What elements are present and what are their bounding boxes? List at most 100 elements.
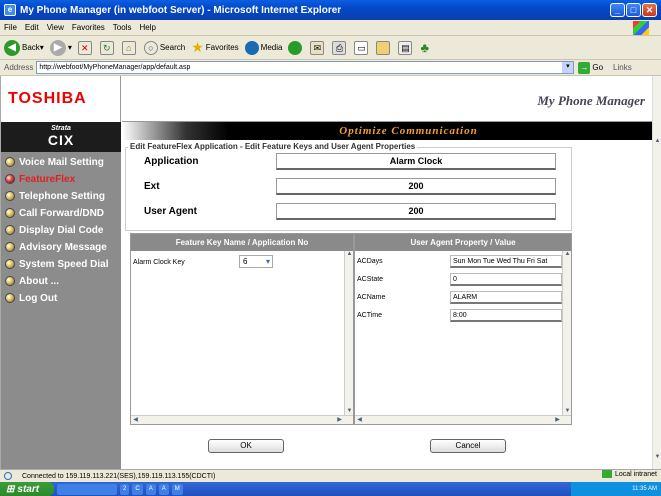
messenger-icon: ♣ [420,40,429,55]
sidebar-item-advisory-message[interactable]: Advisory Message [5,240,117,254]
back-button[interactable]: ◀ Back ▾ [4,39,44,56]
go-button[interactable]: → Go [578,61,603,74]
home-button[interactable]: ⌂ [121,40,138,55]
taskbar-button[interactable]: 2 [120,483,130,495]
bullet-icon [5,259,15,269]
bullet-icon [5,293,15,303]
edit-button[interactable]: ▭ [354,40,370,55]
sidebar-item-system-speed-dial[interactable]: System Speed Dial [5,257,117,271]
scroll-up-icon[interactable]: ▲ [345,251,354,259]
taskbar-button[interactable]: C [132,483,143,495]
scroll-up-icon[interactable]: ▲ [563,251,572,259]
close-icon[interactable]: ✕ [642,3,657,17]
feature-key-select[interactable]: 6 ▾ [239,255,273,268]
print-button[interactable]: ⎙ [332,40,348,55]
go-arrow-icon: → [578,61,591,74]
scroll-right-icon[interactable]: ▶ [553,416,562,424]
left-panel-hscroll[interactable]: ◀ ▶ [131,415,353,424]
scroll-down-icon[interactable]: ▼ [653,454,661,463]
windows-flag-icon: ⊞ [6,483,15,495]
address-url: http://webfoot/MyPhoneManager/app/defaul… [39,64,191,71]
application-value: Alarm Clock [276,153,556,170]
window-title: My Phone Manager (in webfoot Server) - M… [20,4,342,16]
bullet-icon [5,242,15,252]
folder-icon [376,40,391,55]
property-row: ACName [357,294,386,301]
scroll-left-icon[interactable]: ◀ [131,416,140,424]
print-icon: ⎙ [332,40,347,55]
sidebar-item-telephone-setting[interactable]: Telephone Setting [5,189,117,203]
property-value-input[interactable]: 8:00 [450,309,562,322]
scroll-up-icon[interactable]: ▲ [653,138,661,147]
bullet-icon [5,174,15,184]
forward-arrow-icon: ▶ [49,39,66,56]
right-panel-hscroll[interactable]: ◀ ▶ [355,415,571,424]
scroll-right-icon[interactable]: ▶ [335,416,344,424]
stop-button[interactable]: ✕ [77,40,94,55]
sidebar-item-log-out[interactable]: Log Out [5,291,117,305]
feature-key-row: Alarm Clock Key [133,256,185,270]
taskbar-button[interactable]: M [171,483,183,495]
content-area: Application Alarm Clock Ext 200 User Age… [122,140,653,469]
sidebar-item-call-forward[interactable]: Call Forward/DND [5,206,117,220]
sidebar-item-voice-mail[interactable]: Voice Mail Setting [5,155,117,169]
search-icon: ○ [143,40,158,55]
page-vscroll[interactable]: ▲ ▼ [652,76,661,469]
mail-button[interactable]: ✉ [310,40,326,55]
start-button[interactable]: ⊞ start [0,482,54,496]
menu-file[interactable]: File [4,23,17,32]
header-right: My Phone Manager [122,76,654,122]
scroll-left-icon[interactable]: ◀ [355,416,364,424]
search-button[interactable]: ○ Search [143,40,185,55]
left-panel-vscroll[interactable]: ▲ ▼ [344,251,353,416]
edit-icon: ▭ [354,40,369,55]
cancel-button[interactable]: Cancel [430,439,506,453]
sidebar-item-featureflex[interactable]: FeatureFlex [5,172,117,186]
favorites-button[interactable]: ★ Favorites [191,39,238,56]
refresh-icon: ↻ [99,40,114,55]
address-dropdown-icon[interactable]: ▾ [562,62,574,73]
history-button[interactable] [288,40,304,55]
address-input[interactable]: http://webfoot/MyPhoneManager/app/defaul… [36,61,575,74]
web-page: TOSHIBA My Phone Manager Strata CIX Opti… [0,76,654,469]
discuss-button[interactable] [376,40,392,55]
menu-tools[interactable]: Tools [113,23,132,32]
media-button[interactable]: Media [244,40,282,55]
bullet-icon [5,191,15,201]
forward-button[interactable]: ▶ ▾ [49,39,72,56]
strata-cix-logo: Strata CIX [1,122,121,152]
property-row: ACTime [357,312,383,319]
menu-view[interactable]: View [47,23,64,32]
links-button[interactable]: Links [613,63,632,72]
user-agent-panel-header: User Agent Property / Value [355,234,571,251]
menu-favorites[interactable]: Favorites [72,23,105,32]
messenger-button[interactable]: ♣ [420,40,429,55]
taskbar-button[interactable]: A [145,483,156,495]
right-panel-vscroll[interactable]: ▲ ▼ [562,251,571,416]
ok-button[interactable]: OK [208,439,284,453]
edit-fieldset: Application Alarm Clock Ext 200 User Age… [125,147,572,231]
quicklaunch-area[interactable] [57,483,117,495]
menu-edit[interactable]: Edit [25,23,39,32]
home-icon: ⌂ [121,40,136,55]
sidebar-item-display-dial-code[interactable]: Display Dial Code [5,223,117,237]
taskbar-button[interactable]: A [158,483,169,495]
property-value-input[interactable]: ALARM [450,291,562,304]
refresh-button[interactable]: ↻ [99,40,116,55]
address-bar: Address http://webfoot/MyPhoneManager/ap… [0,60,661,76]
intranet-icon [601,470,612,478]
toshiba-logo: TOSHIBA [1,76,121,122]
menu-help[interactable]: Help [139,23,155,32]
application-label: Application [144,156,199,167]
ie-icon: e [4,4,16,16]
minimize-icon[interactable]: _ [610,3,625,17]
property-value-input[interactable]: Sun Mon Tue Wed Thu Fri Sat [450,255,562,268]
banner: Optimize Communication [122,122,654,140]
ext-label: Ext [144,181,160,192]
research-button[interactable]: ▤ [398,40,414,55]
property-value-input[interactable]: 0 [450,273,562,286]
form-legend: Edit FeatureFlex Application - Edit Feat… [128,142,418,151]
sidebar-item-about[interactable]: About ... [5,274,117,288]
back-arrow-icon: ◀ [4,39,20,56]
maximize-icon[interactable]: □ [626,3,641,17]
